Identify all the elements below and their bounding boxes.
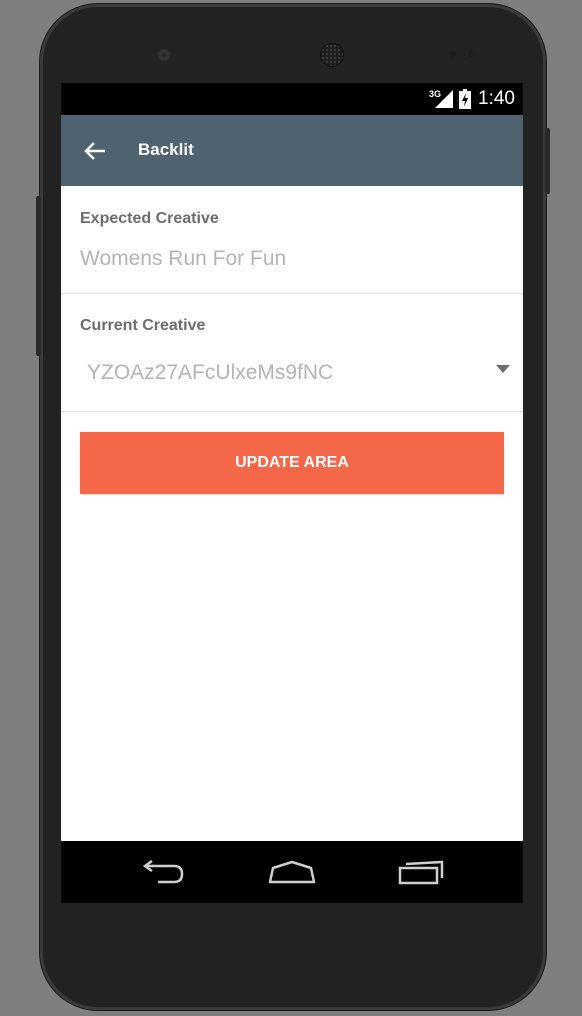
nav-recents-button[interactable] <box>391 855 451 889</box>
volume-button <box>36 196 41 356</box>
screen: 3G 1:40 Backlit Expected Creative Womens… <box>61 83 523 903</box>
page-title: Backlit <box>138 140 194 159</box>
back-button[interactable] <box>79 135 111 167</box>
status-icons: 3G 1:40 <box>429 88 515 110</box>
earpiece-speaker <box>321 44 343 66</box>
status-bar: 3G 1:40 <box>61 83 523 115</box>
nav-recents-icon <box>398 860 444 885</box>
signal-icon <box>435 90 454 108</box>
app-toolbar: Backlit <box>61 115 523 186</box>
power-button <box>545 128 550 194</box>
current-creative-selected: YZOAz27AFcUlxeMs9fNC <box>87 361 334 384</box>
battery-charging-icon <box>459 89 472 109</box>
current-creative-dropdown[interactable]: YZOAz27AFcUlxeMs9fNC <box>80 351 510 395</box>
nav-back-button[interactable] <box>133 855 193 889</box>
expected-creative-label: Expected Creative <box>80 210 219 227</box>
dropdown-arrow-icon <box>496 365 510 373</box>
proximity-sensor <box>450 51 456 57</box>
current-creative-label: Current Creative <box>80 317 206 334</box>
divider <box>61 411 523 412</box>
nav-back-icon <box>142 859 184 884</box>
clock: 1:40 <box>478 88 515 109</box>
expected-creative-value: Womens Run For Fun <box>80 247 287 270</box>
divider <box>61 293 523 294</box>
nav-home-icon <box>268 860 316 884</box>
nav-home-button[interactable] <box>262 855 322 889</box>
navigation-bar <box>61 841 523 903</box>
update-area-button[interactable]: UPDATE AREA <box>80 432 504 494</box>
light-sensor <box>468 51 474 57</box>
front-camera <box>158 49 170 61</box>
arrow-back-icon <box>84 142 105 160</box>
